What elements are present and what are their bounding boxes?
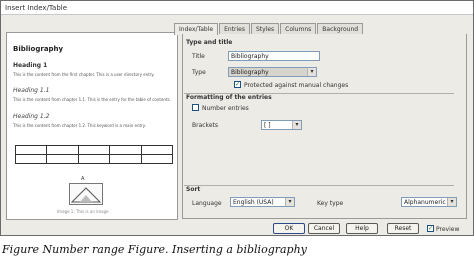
title-input[interactable]: Bibliography bbox=[228, 51, 320, 61]
tab-background[interactable]: Background bbox=[317, 23, 364, 34]
preview-label: Preview bbox=[436, 226, 460, 233]
preview-heading-1-2: Heading 1.2 bbox=[13, 113, 50, 120]
protect-label: Protected against manual changes bbox=[244, 82, 349, 89]
language-select[interactable]: English (USA) ▾ bbox=[230, 197, 295, 207]
preview-table bbox=[14, 145, 174, 164]
key-type-label: Key type bbox=[317, 200, 344, 207]
preview-text-1: This is the content from the first chapt… bbox=[13, 72, 155, 77]
type-select[interactable]: Bibliography ▾ bbox=[228, 67, 317, 77]
reset-button[interactable]: Reset bbox=[387, 223, 419, 234]
preview-text-3: This is the content from chapter 1.2. Th… bbox=[13, 123, 146, 128]
brackets-label: Brackets bbox=[192, 122, 218, 129]
figure-caption: Figure Number range Figure. Inserting a … bbox=[2, 243, 307, 256]
chevron-down-icon: ▾ bbox=[285, 198, 294, 206]
key-type-select[interactable]: Alphanumeric ▾ bbox=[401, 197, 457, 207]
help-button[interactable]: Help bbox=[346, 223, 378, 234]
type-section-heading: Type and title bbox=[186, 39, 233, 46]
sort-section-heading: Sort bbox=[186, 186, 201, 193]
separator bbox=[184, 185, 454, 186]
type-label: Type bbox=[192, 69, 206, 76]
ok-button[interactable]: OK bbox=[273, 223, 305, 234]
window-title: Insert Index/Table bbox=[5, 4, 68, 12]
preview-image-label: A bbox=[81, 176, 85, 182]
preview-checkbox[interactable]: ✓ bbox=[427, 225, 434, 232]
preview-heading-1: Heading 1 bbox=[13, 62, 48, 69]
preview-pane: Bibliography Heading 1 This is the conte… bbox=[6, 32, 178, 220]
brackets-value: [ ] bbox=[264, 122, 271, 129]
type-value: Bibliography bbox=[231, 69, 269, 76]
tab-entries[interactable]: Entries bbox=[219, 23, 250, 34]
tab-columns[interactable]: Columns bbox=[280, 23, 317, 34]
formatting-section-heading: Formatting of the entries bbox=[186, 94, 272, 101]
brackets-select[interactable]: [ ] ▾ bbox=[261, 120, 302, 130]
preview-image-caption: Image 1: This is an image bbox=[57, 209, 109, 214]
key-type-value: Alphanumeric bbox=[404, 199, 446, 206]
tab-panel-index-table bbox=[182, 34, 467, 219]
preview-heading: Bibliography bbox=[13, 45, 64, 53]
title-label: Title bbox=[192, 53, 205, 60]
number-entries-label: Number entries bbox=[202, 105, 249, 112]
insert-index-dialog: Insert Index/Table Bibliography Heading … bbox=[0, 0, 474, 236]
language-label: Language bbox=[192, 200, 222, 207]
preview-heading-1-1: Heading 1.1 bbox=[13, 87, 50, 94]
chevron-down-icon: ▾ bbox=[447, 198, 456, 206]
cancel-button[interactable]: Cancel bbox=[308, 223, 340, 234]
protect-checkbox[interactable]: ✓ bbox=[234, 81, 241, 88]
preview-image bbox=[69, 183, 103, 205]
mountain-icon bbox=[70, 187, 102, 203]
number-entries-checkbox[interactable] bbox=[192, 104, 199, 111]
language-value: English (USA) bbox=[233, 199, 274, 206]
chevron-down-icon: ▾ bbox=[307, 68, 316, 76]
preview-text-2: This is the content from chapter 1.1. Th… bbox=[13, 97, 171, 102]
chevron-down-icon: ▾ bbox=[292, 121, 301, 129]
tab-styles[interactable]: Styles bbox=[250, 23, 280, 34]
title-bar[interactable]: Insert Index/Table bbox=[1, 1, 473, 15]
